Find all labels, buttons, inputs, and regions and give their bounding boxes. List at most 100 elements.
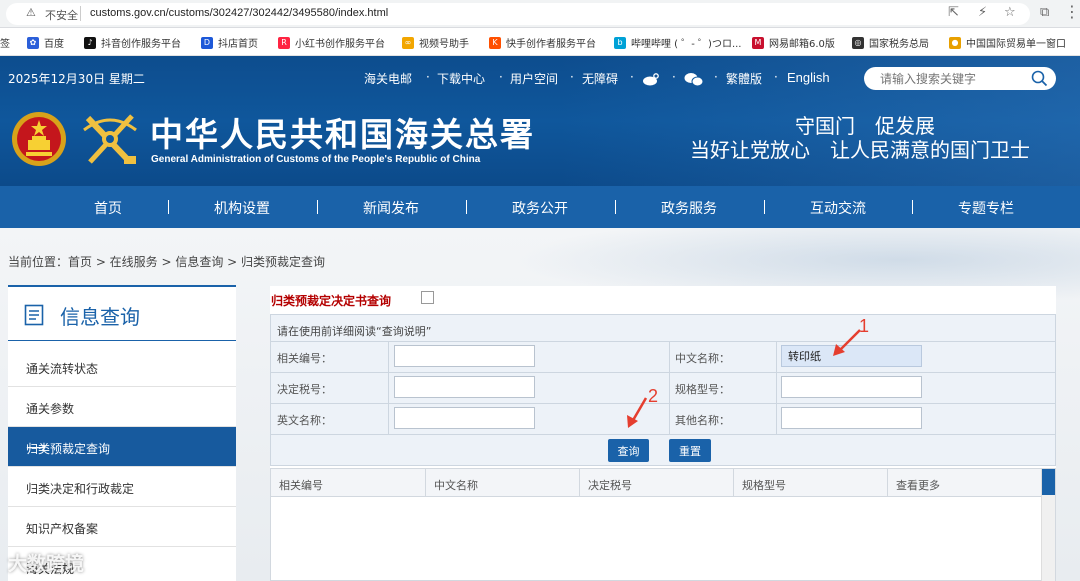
- link-customs-email[interactable]: 海关电邮: [364, 70, 412, 87]
- bilibili-icon: b: [614, 36, 626, 49]
- divider: [579, 469, 580, 497]
- sidebar-item-label: 通关流转状态: [26, 362, 99, 376]
- separator-dot: ·: [570, 70, 574, 84]
- nav-separator: [466, 200, 467, 214]
- sidebar-item-clearance-status[interactable]: 通关流转状态: [8, 347, 236, 387]
- netease-mail-icon: M: [752, 36, 764, 49]
- weibo-icon[interactable]: [642, 72, 660, 86]
- annotation-arrow-icon: [833, 329, 861, 356]
- title-mark-icon: [421, 291, 434, 304]
- tax-bureau-icon: ◎: [852, 36, 864, 49]
- header-date: 2025年12月30日 星期二: [8, 72, 145, 86]
- bookmark-item[interactable]: ✿ 百度: [27, 35, 64, 50]
- bookmark-item[interactable]: 签: [0, 35, 10, 50]
- nav-special-topics[interactable]: 专题专栏: [958, 198, 1014, 218]
- column-header[interactable]: 决定税号: [588, 477, 632, 493]
- bookmark-item[interactable]: ◎ 国家税务总局: [852, 35, 929, 50]
- wechat-icon[interactable]: [684, 72, 704, 87]
- nav-government-services[interactable]: 政务服务: [661, 198, 717, 218]
- menu-icon[interactable]: ⋮: [1064, 2, 1080, 21]
- xiaohongshu-icon: R: [278, 36, 290, 49]
- sidebar-item-label: 通关参数: [26, 402, 75, 416]
- column-header[interactable]: 相关编号: [279, 477, 323, 493]
- channels-icon: ∞: [402, 36, 414, 49]
- warning-icon[interactable]: ⚠: [26, 6, 36, 19]
- nav-interaction[interactable]: 互动交流: [810, 198, 866, 218]
- sidebar-item-classification-ruling[interactable]: 归类预裁定查询 ⟶: [8, 427, 236, 467]
- en-name-input[interactable]: [394, 407, 535, 429]
- sidebar-item-clearance-params[interactable]: 通关参数: [8, 387, 236, 427]
- results-table-header: 相关编号 中文名称 决定税号 规格型号 查看更多: [271, 469, 1041, 497]
- arrow-right-icon: ⟶: [26, 440, 47, 456]
- results-scrollbar[interactable]: [1041, 469, 1055, 581]
- bookmark-item[interactable]: ● 中国国际贸易单一窗口: [949, 35, 1066, 50]
- douyin-icon: ♪: [84, 36, 96, 49]
- link-download-center[interactable]: 下载中心: [437, 70, 485, 87]
- site-search-box[interactable]: [864, 67, 1056, 90]
- bookmark-item[interactable]: ♪ 抖音创作服务平台: [84, 35, 181, 50]
- nav-government-affairs[interactable]: 政务公开: [512, 198, 568, 218]
- national-emblem-icon: [12, 112, 66, 166]
- link-english[interactable]: English: [787, 70, 830, 85]
- slogan-line-2: 当好让党放心 让人民满意的国门卫士: [690, 138, 1030, 162]
- reset-button[interactable]: 重置: [669, 439, 711, 462]
- divider: [776, 341, 777, 434]
- bookmark-item[interactable]: M 网易邮箱6.0版: [752, 35, 835, 50]
- column-header[interactable]: 查看更多: [896, 477, 940, 493]
- browser-address-bar: ⚠ 不安全 customs.gov.cn/customs/302427/3024…: [0, 0, 1080, 28]
- annotation-arrow-icon: [627, 397, 648, 428]
- sidebar-heading-text: 信息查询: [60, 305, 140, 329]
- url-text[interactable]: customs.gov.cn/customs/302427/302442/349…: [90, 7, 388, 19]
- tax-no-input[interactable]: [394, 376, 535, 398]
- query-button[interactable]: 查询: [608, 439, 649, 462]
- nav-organization[interactable]: 机构设置: [214, 198, 270, 218]
- en-name-label: 英文名称：: [277, 414, 332, 427]
- link-accessibility[interactable]: 无障碍: [582, 70, 618, 87]
- star-icon[interactable]: ☆: [1004, 5, 1016, 20]
- security-label[interactable]: 不安全: [45, 7, 78, 23]
- nav-separator: [317, 200, 318, 214]
- column-header[interactable]: 规格型号: [742, 477, 786, 493]
- sidebar-item-ip-registration[interactable]: 知识产权备案: [8, 507, 236, 547]
- sidebar-heading: 信息查询: [8, 287, 236, 341]
- cn-name-label: 中文名称：: [675, 352, 730, 365]
- breadcrumb[interactable]: 当前位置：首页 > 在线服务 > 信息查询 > 归类预裁定查询: [8, 253, 325, 270]
- query-panel: 归类预裁定决定书查询 请在使用前详细阅读“查询说明” 相关编号： 中文名称： 决…: [270, 286, 1056, 581]
- ref-no-input[interactable]: [394, 345, 535, 367]
- share-icon[interactable]: ⇱: [948, 5, 959, 20]
- column-header[interactable]: 中文名称: [434, 477, 478, 493]
- main-navigation: 首页 机构设置 新闻发布 政务公开 政务服务 互动交流 专题专栏: [0, 186, 1080, 228]
- bookmark-item[interactable]: K 快手创作者服务平台: [489, 35, 596, 50]
- bookmark-item[interactable]: D 抖店首页: [201, 35, 258, 50]
- sidebar-item-label: 知识产权备案: [26, 522, 99, 536]
- scroll-up-button[interactable]: [1042, 469, 1055, 495]
- bookmark-item[interactable]: b 哔哩哔哩 ( ゜- ゜)つロ...: [614, 35, 741, 50]
- link-user-space[interactable]: 用户空间: [510, 70, 558, 87]
- separator-dot: ·: [630, 70, 634, 84]
- separator-dot: ·: [426, 70, 430, 84]
- bookmark-item[interactable]: ∞ 视频号助手: [402, 35, 469, 50]
- search-input[interactable]: [880, 72, 1020, 86]
- link-traditional-chinese[interactable]: 繁體版: [726, 70, 762, 87]
- nav-separator: [912, 200, 913, 214]
- spec-label: 规格型号：: [675, 383, 730, 396]
- spec-input[interactable]: [781, 376, 922, 398]
- site-subtitle: General Administration of Customs of the…: [151, 154, 481, 165]
- sidebar-item-label: 归类决定和行政裁定: [26, 482, 135, 496]
- divider: [80, 6, 81, 21]
- doudian-icon: D: [201, 36, 213, 49]
- nav-home[interactable]: 首页: [94, 198, 122, 218]
- query-note[interactable]: 请在使用前详细阅读“查询说明”: [277, 323, 431, 339]
- extension-bolt-icon[interactable]: ⚡: [978, 5, 987, 20]
- divider: [669, 341, 670, 434]
- bookmarks-bar: 签 ✿ 百度 ♪ 抖音创作服务平台 D 抖店首页 R 小红书创作服务平台 ∞ 视频号助手 …: [0, 28, 1080, 56]
- extensions-icon[interactable]: ⧉: [1040, 5, 1049, 20]
- single-window-icon: ●: [949, 36, 961, 49]
- site-title: 中华人民共和国海关总署: [150, 115, 535, 154]
- sidebar-item-administrative-ruling[interactable]: 归类决定和行政裁定: [8, 467, 236, 507]
- search-icon[interactable]: [1031, 70, 1048, 87]
- nav-news[interactable]: 新闻发布: [363, 198, 419, 218]
- bookmark-item[interactable]: R 小红书创作服务平台: [278, 35, 385, 50]
- other-name-input[interactable]: [781, 407, 922, 429]
- baidu-icon: ✿: [27, 36, 39, 49]
